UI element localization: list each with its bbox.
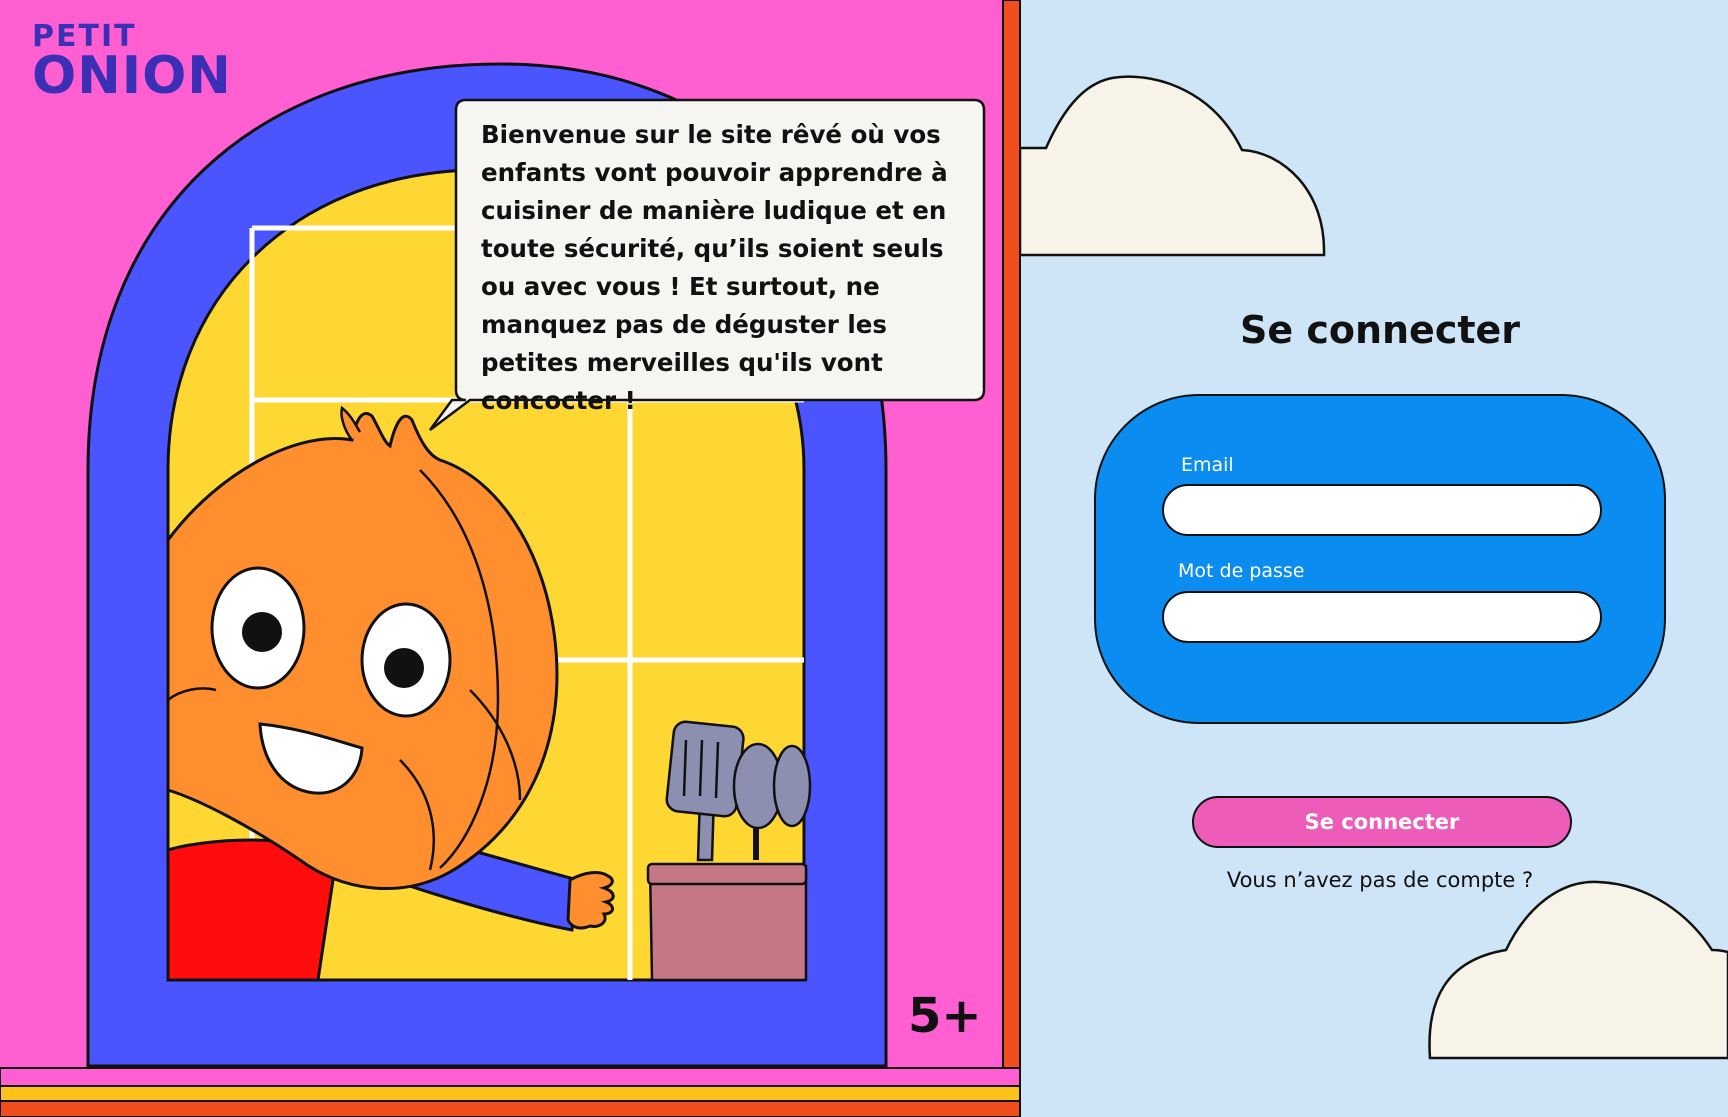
email-field[interactable] <box>1162 484 1602 536</box>
age-badge: 5+ <box>908 988 982 1044</box>
petit-onion-logo[interactable]: PETIT ONION <box>32 22 232 106</box>
login-title: Se connecter <box>1239 308 1521 352</box>
ledge-stripe-2 <box>0 1085 1021 1102</box>
welcome-message: Bienvenue sur le site rêvé où vos enfant… <box>481 120 948 415</box>
login-page: PETIT ONION Bienvenue sur le site rêvé o… <box>0 0 1728 1117</box>
signup-link[interactable]: Vous n’avez pas de compte ? <box>1180 868 1580 892</box>
divider-strip <box>1002 0 1021 1117</box>
ledge-stripe-3 <box>0 1100 1021 1117</box>
email-label: Email <box>1181 454 1234 476</box>
login-form: Email Mot de passe <box>1094 394 1666 724</box>
ledge-stripe-1 <box>0 1067 1021 1087</box>
password-field[interactable] <box>1162 591 1602 643</box>
password-label: Mot de passe <box>1178 560 1305 582</box>
login-submit-button[interactable]: Se connecter <box>1192 796 1572 848</box>
logo-line-2: ONION <box>32 46 232 106</box>
